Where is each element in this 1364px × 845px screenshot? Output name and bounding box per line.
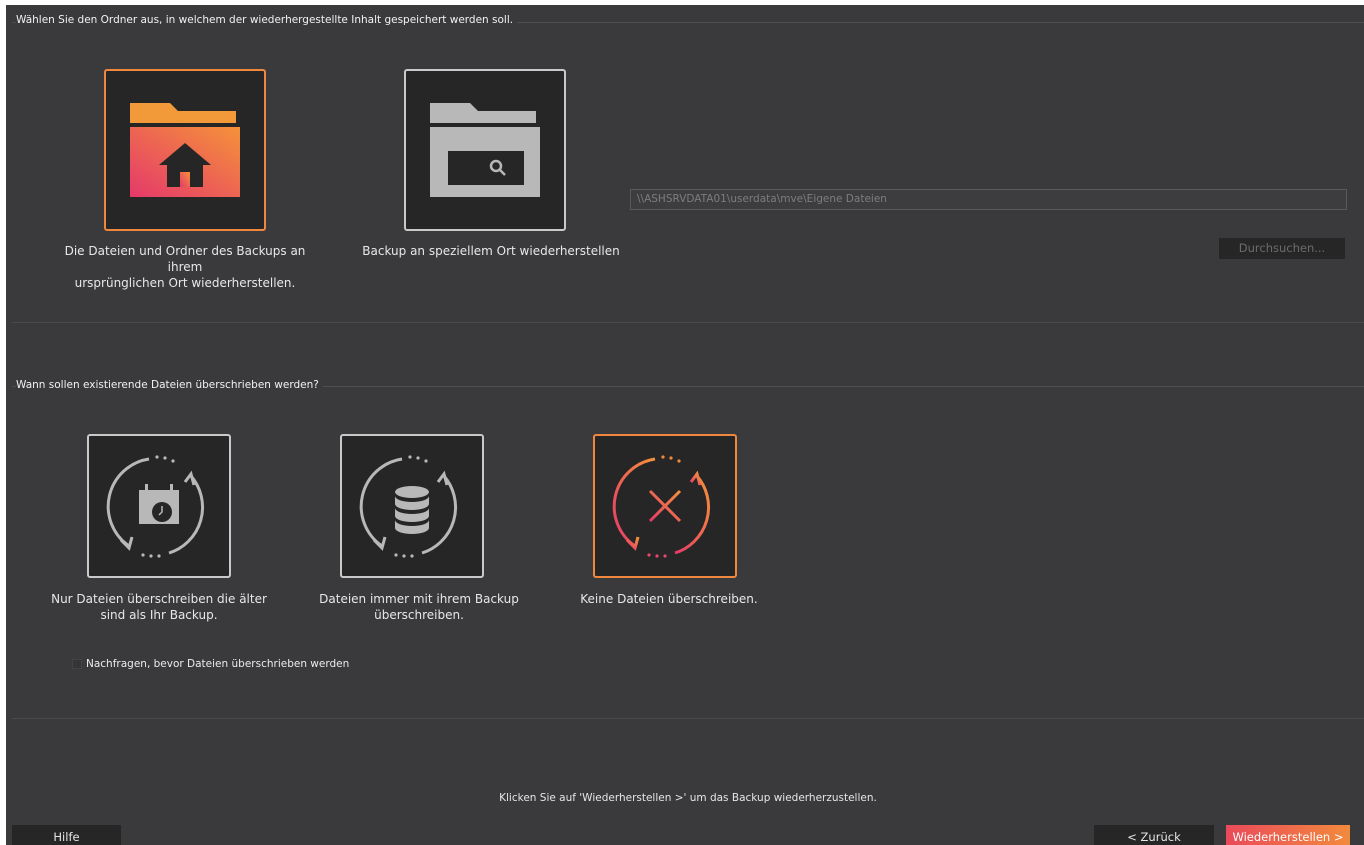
caption-line: Die Dateien und Ordner des Backups an ih… [64, 244, 306, 274]
caption-line: sind als Ihr Backup. [100, 608, 218, 622]
restore-button[interactable]: Wiederherstellen > [1226, 825, 1350, 845]
caption-line: Keine Dateien überschreiben. [580, 592, 758, 606]
section-divider [12, 718, 1364, 719]
footer-hint: Klicken Sie auf 'Wiederherstellen >' um … [499, 792, 877, 804]
overwrite-always-option[interactable] [340, 434, 484, 578]
overwrite-section-title: Wann sollen existierende Dateien übersch… [16, 379, 323, 391]
confirm-overwrite-row[interactable]: Nachfragen, bevor Dateien überschrieben … [72, 658, 349, 670]
caption-line: Backup an speziellem Ort wiederherstelle… [362, 244, 620, 258]
help-button[interactable]: Hilfe [12, 825, 121, 845]
restore-custom-location-caption: Backup an speziellem Ort wiederherstelle… [346, 243, 636, 259]
caption-line: Nur Dateien überschreiben die älter [51, 592, 267, 606]
folder-search-icon [430, 103, 540, 197]
caption-line: ursprünglichen Ort wiederherstellen. [74, 276, 296, 290]
back-button[interactable]: < Zurück [1094, 825, 1214, 845]
folder-home-icon [130, 103, 240, 197]
browse-button[interactable]: Durchsuchen... [1219, 238, 1345, 259]
location-section-title: Wählen Sie den Ordner aus, in welchem de… [16, 14, 518, 26]
section-divider [12, 322, 1364, 323]
restore-custom-location-option[interactable] [404, 69, 566, 231]
confirm-overwrite-label: Nachfragen, bevor Dateien überschrieben … [86, 658, 350, 670]
restore-original-location-caption: Die Dateien und Ordner des Backups an ih… [46, 243, 324, 291]
overwrite-always-caption: Dateien immer mit ihrem Backup überschre… [296, 591, 542, 623]
overwrite-older-option[interactable] [87, 434, 231, 578]
confirm-overwrite-checkbox[interactable] [72, 659, 82, 669]
sync-cancel-icon [612, 455, 711, 558]
caption-line: überschreiben. [374, 608, 464, 622]
caption-line: Dateien immer mit ihrem Backup [319, 592, 519, 606]
overwrite-never-option[interactable] [593, 434, 737, 578]
restore-original-location-option[interactable] [104, 69, 266, 231]
sync-calendar-icon [106, 455, 205, 558]
restore-wizard-window: Wählen Sie den Ordner aus, in welchem de… [0, 0, 1364, 845]
restore-path-field[interactable]: \\ASHSRVDATA01\userdata\mve\Eigene Datei… [630, 189, 1347, 210]
sync-database-icon [359, 455, 458, 558]
overwrite-never-caption: Keine Dateien überschreiben. [546, 591, 792, 607]
overwrite-older-caption: Nur Dateien überschreiben die älter sind… [36, 591, 282, 623]
